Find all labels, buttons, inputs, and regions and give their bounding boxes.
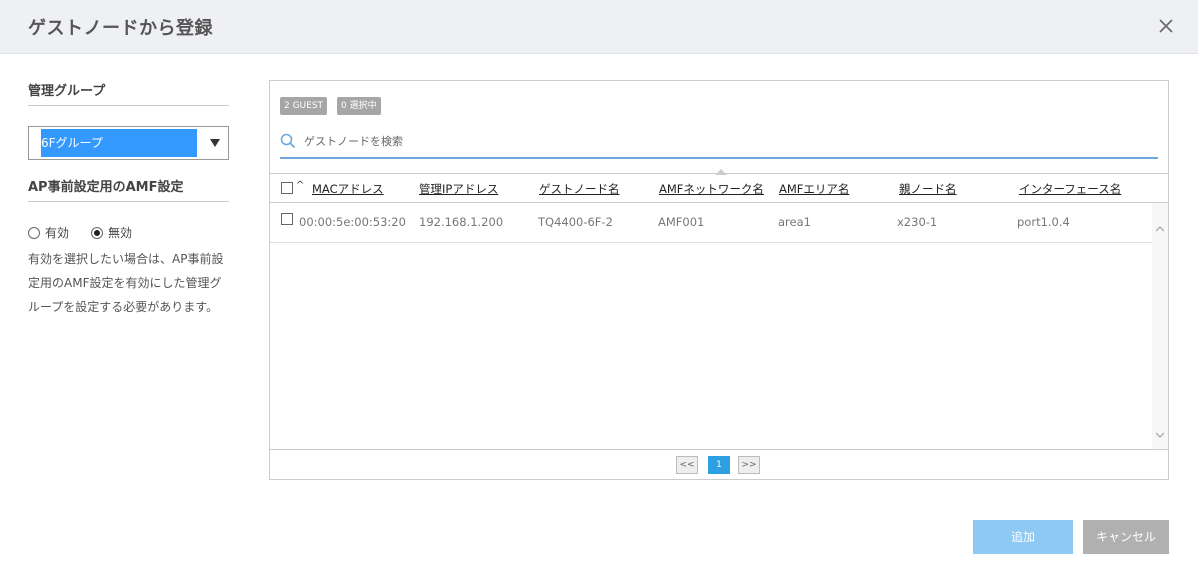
guest-node-panel: 2 GUEST 0 選択中 ゲストノードを検索 ^ MACアドレス 管理IPアド…: [269, 80, 1169, 480]
column-amf-network[interactable]: AMFネットワーク名: [659, 181, 764, 197]
sort-indicator: ^: [296, 180, 305, 191]
badge-row: 2 GUEST 0 選択中: [280, 97, 381, 115]
cell-parent-node: x230-1: [897, 215, 938, 229]
cell-amf-area: area1: [778, 215, 811, 229]
group-section-title: 管理グループ: [28, 80, 229, 106]
cell-guest-name: TQ4400-6F-2: [538, 215, 613, 229]
cell-ip: 192.168.1.200: [419, 215, 504, 229]
radio-disable-circle: [91, 226, 104, 239]
column-amf-area[interactable]: AMFエリア名: [779, 181, 849, 197]
close-icon[interactable]: [1156, 16, 1176, 36]
guest-count-badge: 2 GUEST: [280, 97, 328, 115]
scroll-up-icon[interactable]: [1155, 219, 1165, 232]
search-field[interactable]: ゲストノードを検索: [280, 129, 1158, 159]
search-icon: [280, 133, 296, 149]
radio-enable-circle: [28, 226, 40, 239]
pagination: << 1 >>: [270, 449, 1168, 479]
selected-count-badge: 0 選択中: [337, 97, 381, 115]
row-checkbox[interactable]: [281, 213, 293, 225]
cell-mac: 00:00:5e:00:53:20: [299, 215, 406, 229]
column-interface[interactable]: インターフェース名: [1019, 181, 1121, 197]
add-button[interactable]: 追加: [973, 520, 1073, 554]
search-placeholder: ゲストノードを検索: [304, 135, 403, 148]
page-last-button[interactable]: >>: [738, 456, 760, 474]
column-mac[interactable]: MACアドレス: [312, 181, 384, 197]
dialog-title: ゲストノードから登録: [28, 18, 213, 39]
scroll-down-icon[interactable]: [1155, 425, 1165, 438]
column-parent-node[interactable]: 親ノード名: [899, 181, 957, 197]
chevron-down-icon: [210, 139, 220, 147]
amf-note: 有効を選択したい場合は、AP事前設定用のAMF設定を有効にした管理グループを設定…: [28, 252, 224, 314]
dialog-header: ゲストノードから登録: [0, 0, 1198, 54]
table-header: ^ MACアドレス 管理IPアドレス ゲストノード名 AMFネットワーク名 AM…: [270, 173, 1168, 203]
page-first-button[interactable]: <<: [676, 456, 698, 474]
group-select-value: 6Fグループ: [41, 129, 197, 157]
cell-interface: port1.0.4: [1017, 215, 1070, 229]
group-select[interactable]: 6Fグループ: [28, 126, 229, 160]
page-1-button[interactable]: 1: [708, 456, 730, 474]
cell-amf-network: AMF001: [658, 215, 705, 229]
amf-section-title: AP事前設定用のAMF設定: [28, 176, 229, 202]
register-from-guest-dialog: ゲストノードから登録 管理グループ 6Fグループ AP事前設定用のAMF設定 有…: [0, 0, 1198, 578]
select-all-checkbox[interactable]: [281, 182, 293, 194]
column-ip[interactable]: 管理IPアドレス: [419, 181, 498, 197]
radio-enable-label: 有効: [45, 226, 70, 240]
left-settings: 管理グループ 6Fグループ AP事前設定用のAMF設定 有効 無効 有効を選択し…: [28, 80, 229, 319]
table-row[interactable]: 00:00:5e:00:53:20 192.168.1.200 TQ4400-6…: [270, 203, 1152, 243]
amf-radio-group: 有効 無効: [28, 224, 229, 241]
radio-disable[interactable]: 無効: [91, 224, 132, 241]
column-guest-name[interactable]: ゲストノード名: [539, 181, 620, 197]
cancel-button[interactable]: キャンセル: [1083, 520, 1169, 554]
radio-disable-label: 無効: [108, 226, 133, 240]
radio-enable[interactable]: 有効: [28, 224, 69, 241]
table-scrollbar[interactable]: [1152, 203, 1168, 449]
